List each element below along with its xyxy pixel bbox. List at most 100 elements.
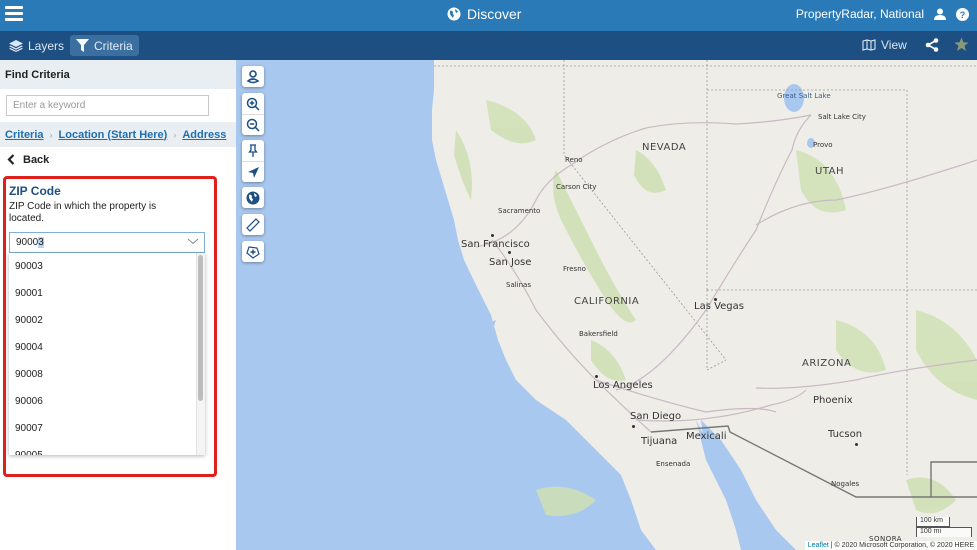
map-icon [862,39,876,51]
zoom-in-button[interactable] [242,93,264,114]
view-button[interactable]: View [862,38,907,52]
globe-icon [447,7,461,21]
zip-option[interactable]: 90008 [9,361,205,388]
back-button[interactable]: Back [0,147,236,172]
svg-text:?: ? [960,10,966,20]
draw-area-button[interactable] [242,241,264,262]
pushpin-icon [248,143,258,157]
map-label-utah: UTAH [815,166,845,177]
breadcrumb-separator: › [49,129,53,140]
map-label-sacramento: Sacramento [498,207,541,215]
app-title: Discover [447,6,521,22]
map-label-provo: Provo [813,141,833,149]
star-icon[interactable] [954,37,969,52]
zip-option[interactable]: 90004 [9,334,205,361]
measure-button[interactable] [242,214,264,235]
drop-pin-button[interactable] [242,140,264,161]
map-label-las-vegas: Las Vegas [694,301,744,312]
city-marker [595,375,598,378]
map-label-phoenix: Phoenix [813,395,853,406]
map-label-salt-lake-city: Salt Lake City [818,113,866,121]
layers-icon [9,39,23,52]
pin-control [242,140,264,182]
account-name[interactable]: PropertyRadar, National [796,7,924,21]
map-label-ensenada: Ensenada [656,460,691,468]
share-icon[interactable] [925,38,939,52]
zoom-control [242,93,264,135]
hamburger-menu-icon[interactable] [5,6,23,22]
scrollbar-thumb[interactable] [198,255,203,401]
map-label-salinas: Salinas [506,281,531,289]
find-criteria-heading: Find Criteria [0,60,236,89]
zip-code-value: 9000 [16,237,39,248]
map-attribution: Leaflet | © 2020 Microsoft Corporation, … [804,541,977,550]
map-label-california: CALIFORNIA [574,296,640,307]
navigation-arrow-icon [247,166,259,178]
map-label-tucson: Tucson [828,429,863,440]
breadcrumb-address[interactable]: Address [182,129,226,141]
globe-icon [246,191,260,204]
tab-layers[interactable]: Layers [3,35,70,56]
map-label-los-angeles: Los Angeles [593,380,653,391]
zip-code-dropdown: 90003 90001 90002 90004 90008 90006 9000… [9,253,205,455]
zip-option[interactable]: 90002 [9,307,205,334]
map-label-fresno: Fresno [563,265,586,273]
zip-code-value-selection: 3 [38,237,44,248]
map-label-san-francisco: San Francisco [461,239,530,250]
map-label-nevada: NEVADA [642,142,687,153]
keyword-search [0,89,236,122]
tab-criteria[interactable]: Criteria [70,35,139,56]
help-icon[interactable]: ? [956,7,969,21]
city-marker [855,443,858,446]
view-label: View [881,38,907,52]
navigate-button[interactable] [242,161,264,182]
breadcrumb-criteria[interactable]: Criteria [5,129,44,141]
back-label: Back [23,153,50,166]
zoom-in-icon [246,97,260,111]
map-view[interactable]: Great Salt Lake Salt Lake City Provo NEV… [236,60,977,550]
user-location-icon [246,69,260,83]
map-label-bakersfield: Bakersfield [579,330,618,338]
map-label-mexicali: Mexicali [686,431,727,442]
zoom-out-icon [246,118,260,132]
criteria-sidebar: Find Criteria Criteria › Location (Start… [0,60,236,550]
chevron-left-icon [7,154,15,165]
basemap-button[interactable] [242,187,264,208]
zip-code-description: ZIP Code in which the property is locate… [9,201,157,224]
user-icon[interactable] [934,8,946,20]
zoom-out-button[interactable] [242,114,264,135]
dropdown-scrollbar[interactable] [196,253,205,455]
city-marker [491,234,494,237]
map-label-arizona: ARIZONA [802,358,852,369]
map-label-reno: Reno [565,156,583,164]
map-label-san-jose: San Jose [489,257,532,268]
locate-user-button[interactable] [242,66,264,87]
map-label-san-diego: San Diego [630,411,682,422]
map-label-carson-city: Carson City [556,183,597,191]
tab-layers-label: Layers [28,38,65,53]
draw-area-control [242,241,264,262]
keyword-search-input[interactable] [6,95,209,116]
draw-shape-icon [246,245,260,259]
tab-criteria-label: Criteria [94,38,133,53]
map-label-great-salt-lake: Great Salt Lake [777,92,831,100]
city-marker [632,425,635,428]
ruler-icon [246,217,260,232]
map-scale: 100 km 100 mi [916,517,972,537]
filter-icon [76,39,89,52]
zip-code-criteria-panel: ZIP Code ZIP Code in which the property … [3,176,217,477]
scale-km: 100 km [916,517,950,527]
map-label-nogales: Nogales [831,480,860,488]
scale-mi: 100 mi [916,527,972,537]
zip-code-input[interactable]: 90003 [9,232,205,253]
zip-option[interactable]: 90001 [9,280,205,307]
zip-option[interactable]: 90006 [9,388,205,415]
zip-option[interactable]: 90003 [9,253,205,280]
zip-code-title: ZIP Code [9,184,61,198]
zip-option[interactable]: 90005 [9,442,205,455]
breadcrumb-separator: › [173,129,177,140]
leaflet-link[interactable]: Leaflet [808,542,829,549]
chevron-down-icon[interactable] [187,236,199,246]
zip-option[interactable]: 90007 [9,415,205,442]
breadcrumb-location[interactable]: Location (Start Here) [59,129,168,141]
